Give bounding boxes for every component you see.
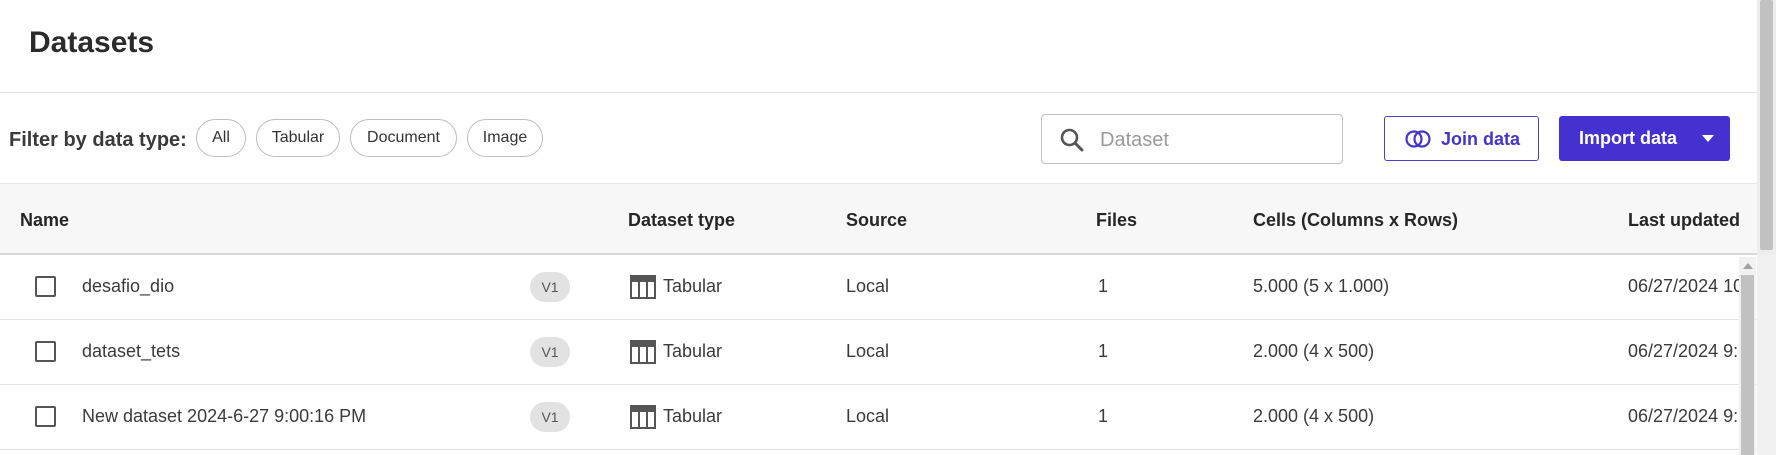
- dataset-type: Tabular: [663, 276, 723, 296]
- dataset-files: 1: [1098, 406, 1109, 426]
- scroll-up-arrow-icon[interactable]: [1743, 263, 1753, 269]
- dataset-cells: 5.000 (5 x 1.000): [1253, 276, 1390, 296]
- dataset-type: Tabular: [663, 341, 723, 361]
- search-icon: [1060, 128, 1084, 152]
- dataset-source: Local: [846, 406, 890, 426]
- search-box: [1041, 114, 1343, 164]
- row-checkbox[interactable]: [35, 276, 56, 297]
- dataset-name[interactable]: New dataset 2024-6-27 9:00:16 PM: [82, 406, 366, 427]
- dataset-last-updated: 06/27/2024 9:: [1628, 406, 1739, 426]
- dataset-name[interactable]: desafio_dio: [82, 276, 174, 297]
- table-icon: [630, 340, 656, 364]
- table-scrollbar[interactable]: [1739, 257, 1756, 455]
- join-data-button[interactable]: Join data: [1384, 116, 1539, 161]
- page-scrollbar[interactable]: [1757, 0, 1776, 455]
- table-row[interactable]: dataset_tets V1 Tabular Local 1 2.000 (4…: [0, 320, 1757, 385]
- table-header: Name Dataset type Source Files Cells (Co…: [0, 184, 1757, 255]
- filter-label: Filter by data type:: [9, 129, 187, 151]
- version-badge: V1: [530, 337, 570, 367]
- row-checkbox[interactable]: [35, 341, 56, 362]
- dataset-name[interactable]: dataset_tets: [82, 341, 180, 362]
- column-header-name[interactable]: Name: [20, 210, 69, 231]
- column-header-files[interactable]: Files: [1096, 210, 1137, 231]
- dataset-last-updated: 06/27/2024 10: [1628, 276, 1744, 296]
- page-scrollbar-thumb[interactable]: [1760, 0, 1773, 250]
- page-title: Datasets: [29, 26, 155, 59]
- column-header-cells[interactable]: Cells (Columns x Rows): [1253, 210, 1458, 231]
- table-scrollbar-thumb[interactable]: [1741, 275, 1754, 455]
- dataset-type: Tabular: [663, 406, 723, 426]
- column-header-last-updated[interactable]: Last updated: [1628, 210, 1740, 231]
- table-row[interactable]: desafio_dio V1 Tabular Local 1 5.000 (5 …: [0, 255, 1757, 320]
- filter-chip-document[interactable]: Document: [350, 119, 457, 157]
- join-circles-icon: [1405, 130, 1431, 148]
- version-badge: V1: [530, 402, 570, 432]
- table-icon: [630, 275, 656, 299]
- dataset-files: 1: [1098, 341, 1109, 361]
- import-data-label: Import data: [1579, 128, 1678, 148]
- dataset-source: Local: [846, 341, 890, 361]
- dataset-last-updated: 06/27/2024 9:: [1628, 341, 1739, 361]
- table-row[interactable]: New dataset 2024-6-27 9:00:16 PM V1 Tabu…: [0, 385, 1757, 450]
- table-icon: [630, 405, 656, 429]
- filter-chip-image[interactable]: Image: [467, 119, 543, 157]
- filter-chip-all[interactable]: All: [196, 119, 246, 157]
- caret-down-icon: [1702, 135, 1714, 142]
- dataset-cells: 2.000 (4 x 500): [1253, 341, 1375, 361]
- search-input[interactable]: [1098, 124, 1332, 156]
- dataset-source: Local: [846, 276, 890, 296]
- datasets-page: Datasets Filter by data type: All Tabula…: [0, 0, 1776, 455]
- toolbar: Filter by data type: All Tabular Documen…: [0, 93, 1757, 184]
- row-checkbox[interactable]: [35, 406, 56, 427]
- dataset-files: 1: [1098, 276, 1109, 296]
- join-data-label: Join data: [1441, 129, 1521, 149]
- version-badge: V1: [530, 272, 570, 302]
- filter-chip-tabular[interactable]: Tabular: [256, 119, 340, 157]
- column-header-dataset-type[interactable]: Dataset type: [628, 210, 735, 231]
- page-header: Datasets: [0, 0, 1757, 93]
- dataset-cells: 2.000 (4 x 500): [1253, 406, 1375, 426]
- column-header-source[interactable]: Source: [846, 210, 907, 231]
- import-data-button[interactable]: Import data: [1559, 116, 1730, 161]
